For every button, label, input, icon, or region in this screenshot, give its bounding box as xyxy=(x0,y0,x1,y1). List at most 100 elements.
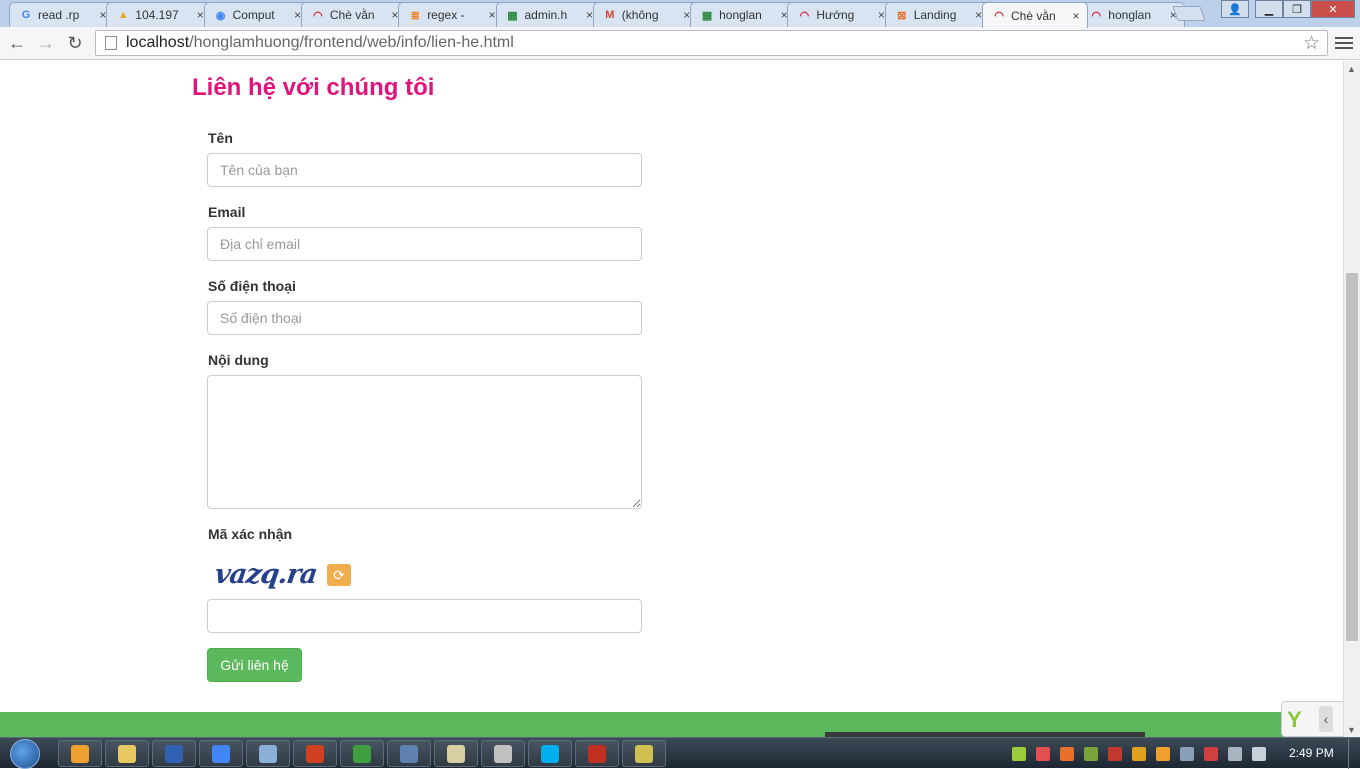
tray-network-icon[interactable] xyxy=(1180,747,1194,761)
captcha-refresh-button[interactable]: ⟳ xyxy=(327,564,351,586)
scroll-thumb[interactable] xyxy=(1346,273,1358,641)
tray-app-icon[interactable] xyxy=(1084,747,1098,761)
yii-logo-icon: Y xyxy=(1287,707,1302,732)
taskbar-app-button[interactable] xyxy=(575,740,619,767)
tab-close-icon[interactable]: × xyxy=(1070,9,1082,23)
new-tab-button[interactable] xyxy=(1172,6,1206,21)
visual-studio-icon xyxy=(165,744,183,763)
browser-tab[interactable]: ▦ admin.h × xyxy=(495,2,602,27)
browser-tab[interactable]: ▲ 104.197 × xyxy=(106,2,213,27)
browser-tab[interactable]: ≣ regex - × xyxy=(398,2,505,27)
close-window-button[interactable]: ✕ xyxy=(1311,0,1355,18)
content-label: Nội dung xyxy=(208,352,269,368)
app-icon xyxy=(400,744,418,763)
browser-tab[interactable]: ◠ Chè vằn × xyxy=(300,2,407,27)
forward-arrow-icon: → xyxy=(37,32,55,53)
tray-volume-icon[interactable] xyxy=(1132,747,1146,761)
taskbar-app-button[interactable] xyxy=(58,740,102,767)
captcha-label: Mã xác nhận xyxy=(208,526,293,542)
scroll-down-arrow-icon[interactable]: ▼ xyxy=(1347,725,1356,735)
back-button[interactable]: ← xyxy=(6,32,28,54)
browser-tab-strip: Gread .rp × ▲ 104.197 × ◉ Comput × ◠ Chè vằn × ≣ reg… xyxy=(0,0,1360,28)
taskbar-app-button[interactable] xyxy=(199,740,243,767)
gmail-icon: M xyxy=(605,9,615,21)
virtualbox-icon xyxy=(259,744,277,763)
browser-tab[interactable]: ▦ honglan × xyxy=(690,2,797,27)
scroll-up-arrow-icon[interactable]: ▲ xyxy=(1347,64,1356,74)
captcha-input[interactable] xyxy=(207,599,642,633)
taskbar-app-button[interactable] xyxy=(622,740,666,767)
wifi-icon: ◠ xyxy=(1091,9,1102,22)
editor-icon xyxy=(635,744,653,763)
skype-icon xyxy=(541,744,559,763)
url-host: localhost xyxy=(126,34,190,51)
snipping-tool-icon xyxy=(494,744,512,763)
reload-button[interactable]: ↻ xyxy=(64,32,86,54)
yii-debug-toolbar[interactable]: Y ‹ xyxy=(1281,701,1343,737)
email-input[interactable] xyxy=(207,227,642,261)
browser-tab[interactable]: Gread .rp × xyxy=(9,2,115,27)
tray-app-icon[interactable] xyxy=(1012,747,1026,761)
taskbar-app-button[interactable] xyxy=(152,740,196,767)
phone-input[interactable] xyxy=(207,301,642,335)
forward-button[interactable]: → xyxy=(35,32,57,54)
taskbar-app-button[interactable] xyxy=(293,740,337,767)
page-scrollbar[interactable]: ▲ ▼ xyxy=(1343,61,1360,737)
tray-xampp-icon[interactable] xyxy=(1060,747,1074,761)
wifi-icon: ◠ xyxy=(313,9,323,22)
yii-toggle-button[interactable]: ‹ xyxy=(1319,706,1333,732)
name-input[interactable] xyxy=(207,153,642,187)
tab-title: read .rp xyxy=(38,8,80,22)
browser-tab[interactable]: ◠ Chè vằn × xyxy=(982,2,1088,28)
google-icon: G xyxy=(21,9,31,21)
tray-app-icon[interactable] xyxy=(1036,747,1050,761)
tab-title: (không xyxy=(621,8,659,22)
taskbar-app-button[interactable] xyxy=(434,740,478,767)
taskbar-app-button[interactable] xyxy=(246,740,290,767)
tray-action-center-icon[interactable] xyxy=(1228,747,1242,761)
chrome-menu-button[interactable] xyxy=(1335,32,1353,54)
tray-network-icon[interactable] xyxy=(1204,747,1218,761)
minimize-button[interactable]: ▁ xyxy=(1255,0,1283,18)
tab-title: Landing xyxy=(913,8,957,22)
refresh-icon: ⟳ xyxy=(333,566,345,583)
captcha-image[interactable]: vazq.ra xyxy=(212,554,320,594)
chrome-icon: ◉ xyxy=(215,9,226,22)
captcha-text: vazq.ra xyxy=(213,558,319,590)
tab-title: Chè vằn xyxy=(1011,8,1056,23)
browser-tab[interactable]: ◉ Comput × xyxy=(203,2,310,27)
tray-speaker-icon[interactable] xyxy=(1252,747,1266,761)
stackoverflow-icon: ≣ xyxy=(410,9,420,22)
tray-app-icon[interactable] xyxy=(1108,747,1122,761)
wifi-icon: ◠ xyxy=(799,9,810,22)
submit-button[interactable]: Gửi liên hệ xyxy=(207,648,302,682)
browser-tab[interactable]: M (không × xyxy=(592,2,699,27)
maximize-button[interactable]: ❐ xyxy=(1283,0,1311,18)
content-textarea[interactable] xyxy=(207,375,642,509)
url-path: /honglamhuong/frontend/web/info/lien-he.… xyxy=(189,34,514,51)
tab-title: 104.197 xyxy=(135,8,179,22)
browser-tab[interactable]: ◠ honglan × xyxy=(1079,2,1186,27)
start-button[interactable] xyxy=(10,739,40,769)
taskbar-app-button[interactable] xyxy=(340,740,384,767)
reload-icon: ↻ xyxy=(67,32,83,53)
taskbar-clock[interactable]: 2:49 PM xyxy=(1289,746,1334,760)
tab-title: Hướng xyxy=(816,8,855,22)
url-text[interactable]: localhost/honglamhuong/frontend/web/info… xyxy=(126,34,514,52)
page-footer xyxy=(0,712,1343,737)
bookmark-star-icon[interactable]: ☆ xyxy=(1303,32,1320,55)
taskbar-app-button[interactable] xyxy=(105,740,149,767)
page-title: Liên hệ với chúng tôi xyxy=(192,74,435,101)
address-bar[interactable]: localhost/honglamhuong/frontend/web/info… xyxy=(95,30,1328,56)
user-profile-button[interactable]: 👤 xyxy=(1221,0,1249,18)
browser-tab[interactable]: ⊠ Landing × xyxy=(884,2,991,27)
taskbar-app-button[interactable] xyxy=(528,740,572,767)
show-desktop-button[interactable] xyxy=(1348,738,1360,769)
sourcetree-icon xyxy=(353,744,371,763)
tray-app-icon[interactable] xyxy=(1156,747,1170,761)
taskbar-app-button[interactable] xyxy=(481,740,525,767)
taskbar-app-button[interactable] xyxy=(387,740,431,767)
name-label: Tên xyxy=(208,130,233,146)
phpmyadmin-icon: ▲ xyxy=(117,9,129,21)
browser-tab[interactable]: ◠ Hướng × xyxy=(787,2,894,27)
